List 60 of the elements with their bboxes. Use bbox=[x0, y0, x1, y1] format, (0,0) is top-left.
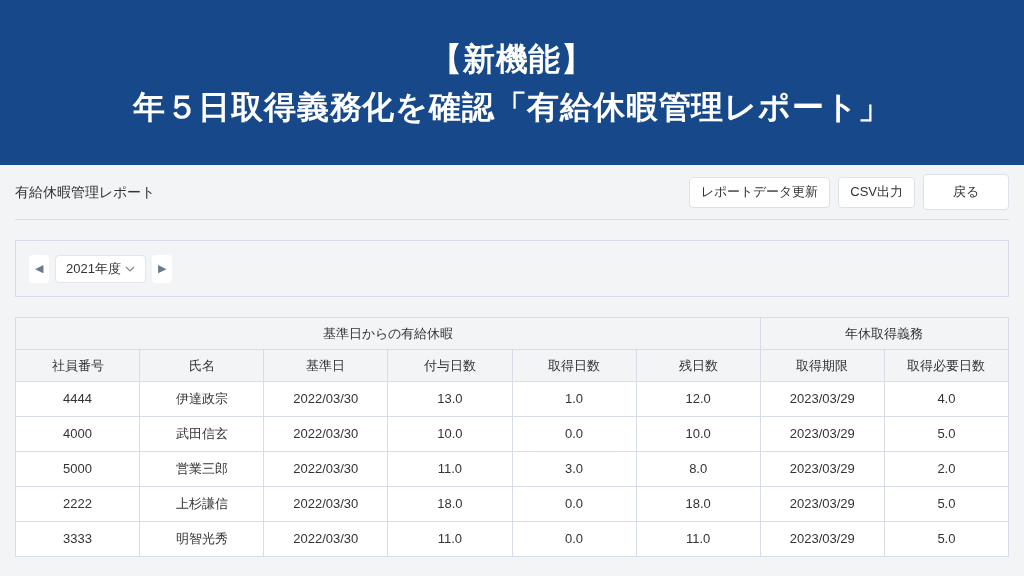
table-cell: 営業三郎 bbox=[139, 451, 264, 487]
table-cell: 11.0 bbox=[387, 451, 512, 487]
table-cell: 伊達政宗 bbox=[139, 381, 264, 417]
table-cell: 2023/03/29 bbox=[760, 521, 885, 557]
table-cell: 8.0 bbox=[636, 451, 761, 487]
next-year-button[interactable]: ▶ bbox=[151, 254, 172, 283]
table-cell: 5.0 bbox=[884, 416, 1009, 452]
column-header: 付与日数 bbox=[387, 349, 512, 382]
table-cell: 5000 bbox=[15, 451, 140, 487]
table-cell: 2222 bbox=[15, 486, 140, 522]
table-cell: 1.0 bbox=[512, 381, 637, 417]
chevron-down-icon bbox=[124, 265, 135, 272]
table-cell: 2023/03/29 bbox=[760, 381, 885, 417]
table-cell: 2023/03/29 bbox=[760, 451, 885, 487]
table-cell: 0.0 bbox=[512, 521, 637, 557]
table-cell: 2023/03/29 bbox=[760, 416, 885, 452]
table-cell: 2022/03/30 bbox=[263, 521, 388, 557]
previous-year-button[interactable]: ◀ bbox=[29, 254, 49, 283]
column-header: 基準日 bbox=[263, 349, 388, 382]
table-cell: 2022/03/30 bbox=[263, 486, 388, 522]
table-cell: 5.0 bbox=[884, 521, 1009, 557]
table-cell: 12.0 bbox=[636, 381, 761, 417]
table-cell: 4444 bbox=[15, 381, 140, 417]
column-header: 社員番号 bbox=[15, 349, 140, 382]
column-header: 取得日数 bbox=[512, 349, 637, 382]
group-header: 年休取得義務 bbox=[760, 317, 1009, 350]
column-header: 氏名 bbox=[139, 349, 264, 382]
table-cell: 5.0 bbox=[884, 486, 1009, 522]
table-cell: 4000 bbox=[15, 416, 140, 452]
toolbar-button[interactable]: レポートデータ更新 bbox=[689, 176, 831, 208]
table-cell: 11.0 bbox=[387, 521, 512, 557]
table-cell: 2022/03/30 bbox=[263, 381, 388, 417]
year-dropdown[interactable]: 2021年度 bbox=[55, 254, 146, 283]
table-cell: 2.0 bbox=[884, 451, 1009, 487]
table-cell: 3.0 bbox=[512, 451, 637, 487]
column-header: 残日数 bbox=[636, 349, 761, 382]
table-cell: 武田信玄 bbox=[139, 416, 264, 452]
toolbar-button[interactable]: CSV出力 bbox=[838, 176, 915, 208]
back-button[interactable]: 戻る bbox=[923, 174, 1009, 210]
table-cell: 10.0 bbox=[387, 416, 512, 452]
group-header: 基準日からの有給休暇 bbox=[15, 317, 761, 350]
column-header: 取得必要日数 bbox=[884, 349, 1009, 382]
table-cell: 4.0 bbox=[884, 381, 1009, 417]
table-cell: 0.0 bbox=[512, 486, 637, 522]
table-cell: 0.0 bbox=[512, 416, 637, 452]
table-cell: 18.0 bbox=[636, 486, 761, 522]
table-cell: 2022/03/30 bbox=[263, 451, 388, 487]
page-title: 有給休暇管理レポート bbox=[15, 182, 155, 202]
table-cell: 明智光秀 bbox=[139, 521, 264, 557]
banner-heading: 【新機能】 bbox=[430, 39, 594, 79]
table-cell: 2023/03/29 bbox=[760, 486, 885, 522]
table-cell: 上杉謙信 bbox=[139, 486, 264, 522]
column-header: 取得期限 bbox=[760, 349, 885, 382]
table-cell: 11.0 bbox=[636, 521, 761, 557]
table-cell: 3333 bbox=[15, 521, 140, 557]
table-cell: 18.0 bbox=[387, 486, 512, 522]
banner-heading: 年５日取得義務化を確認「有給休暇管理レポート」 bbox=[132, 87, 892, 127]
table-cell: 10.0 bbox=[636, 416, 761, 452]
table-cell: 13.0 bbox=[387, 381, 512, 417]
table-cell: 2022/03/30 bbox=[263, 416, 388, 452]
